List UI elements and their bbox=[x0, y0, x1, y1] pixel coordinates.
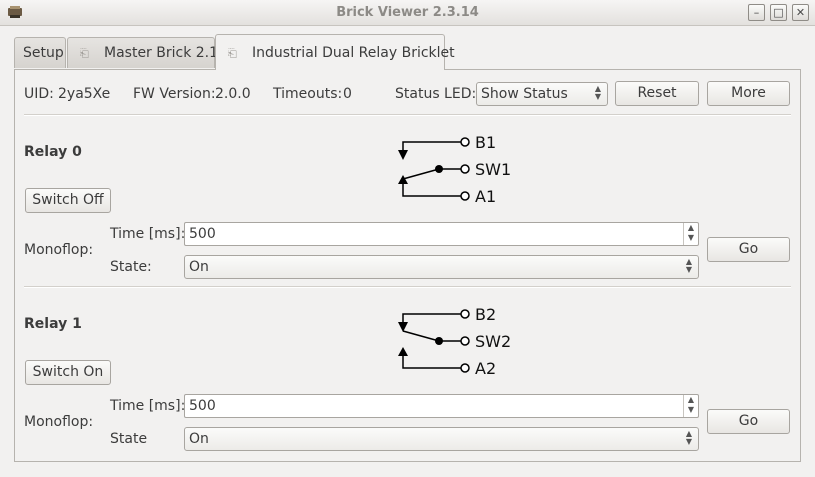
relay-1-a-label: A2 bbox=[475, 359, 496, 378]
timeouts-value: 0 bbox=[343, 86, 352, 102]
tab-industrial-dual-relay[interactable]: ⎗ Industrial Dual Relay Bricklet bbox=[215, 34, 455, 70]
relay-0-switch-button[interactable]: Switch Off bbox=[25, 188, 111, 213]
relay-0-time-input[interactable]: 500 ▲ ▼ bbox=[184, 222, 699, 246]
relay-0-monoflop-label: Monoflop: bbox=[24, 242, 94, 258]
relay-1-b-label: B2 bbox=[475, 305, 496, 324]
spin-arrows-icon[interactable]: ▲ ▼ bbox=[683, 223, 698, 245]
relay-0-title: Relay 0 bbox=[24, 144, 82, 160]
relay-0-diagram: B1 SW1 A1 bbox=[398, 133, 511, 206]
fw-version-value: 2.0.0 bbox=[215, 86, 251, 102]
relay-1-sw-label: SW2 bbox=[475, 332, 511, 351]
relay-1-state-value: On bbox=[189, 431, 209, 447]
combo-arrows-icon: ▲ ▼ bbox=[685, 429, 693, 446]
tab-master-brick[interactable]: ⎗ Master Brick 2.1 bbox=[67, 37, 219, 68]
status-led-select[interactable]: Show Status ▲ ▼ bbox=[476, 82, 608, 106]
minimize-icon: – bbox=[753, 6, 760, 19]
fw-version-label: FW Version: bbox=[133, 86, 216, 102]
relay-1-title: Relay 1 bbox=[24, 316, 82, 332]
combo-arrows-icon: ▲ ▼ bbox=[685, 257, 693, 274]
status-led-value: Show Status bbox=[481, 86, 568, 102]
status-led-label: Status LED: bbox=[395, 86, 477, 102]
separator bbox=[24, 114, 791, 116]
reset-button[interactable]: Reset bbox=[615, 81, 699, 106]
uid-label: UID: bbox=[24, 86, 54, 102]
relay-0-b-label: B1 bbox=[475, 133, 496, 152]
relay-1-switch-button[interactable]: Switch On bbox=[25, 360, 111, 385]
relay-0-time-label: Time [ms]: bbox=[110, 226, 186, 242]
relay-0-state-select[interactable]: On ▲ ▼ bbox=[184, 255, 699, 279]
tab-label: Master Brick 2.1 bbox=[104, 45, 219, 61]
relay-1-time-label: Time [ms]: bbox=[110, 398, 186, 414]
maximize-icon: □ bbox=[773, 6, 784, 19]
maximize-button[interactable]: □ bbox=[770, 4, 787, 21]
tab-setup[interactable]: Setup bbox=[14, 37, 66, 68]
relay-1-time-value: 500 bbox=[189, 398, 216, 414]
tab-label: Setup bbox=[23, 45, 64, 61]
close-button[interactable]: ✕ bbox=[792, 4, 809, 21]
relay-1-monoflop-label: Monoflop: bbox=[24, 414, 94, 430]
window-title: Brick Viewer 2.3.14 bbox=[336, 5, 479, 20]
relay-1-state-label: State bbox=[110, 431, 148, 447]
close-icon: ✕ bbox=[795, 6, 806, 19]
relay-0-a-label: A1 bbox=[475, 187, 496, 206]
undock-icon: ⎗ bbox=[228, 47, 237, 60]
relay-1-go-button[interactable]: Go bbox=[707, 409, 790, 434]
relay-1-diagram: B2 SW2 A2 bbox=[398, 305, 511, 378]
relay-0-state-label: State: bbox=[110, 259, 152, 275]
separator bbox=[24, 286, 791, 288]
relay-0-state-value: On bbox=[189, 259, 209, 275]
timeouts-label: Timeouts: bbox=[273, 86, 343, 102]
relay-0-go-button[interactable]: Go bbox=[707, 237, 790, 262]
relay-1-state-select[interactable]: On ▲ ▼ bbox=[184, 427, 699, 451]
undock-icon: ⎗ bbox=[80, 47, 89, 60]
spin-arrows-icon[interactable]: ▲ ▼ bbox=[683, 395, 698, 417]
relay-0-time-value: 500 bbox=[189, 226, 216, 242]
uid-value: 2ya5Xe bbox=[58, 86, 111, 102]
tab-label: Industrial Dual Relay Bricklet bbox=[252, 45, 455, 61]
more-button[interactable]: More bbox=[707, 81, 790, 106]
relay-1-time-input[interactable]: 500 ▲ ▼ bbox=[184, 394, 699, 418]
minimize-button[interactable]: – bbox=[748, 4, 765, 21]
combo-arrows-icon: ▲ ▼ bbox=[594, 84, 602, 101]
relay-0-sw-label: SW1 bbox=[475, 160, 511, 179]
